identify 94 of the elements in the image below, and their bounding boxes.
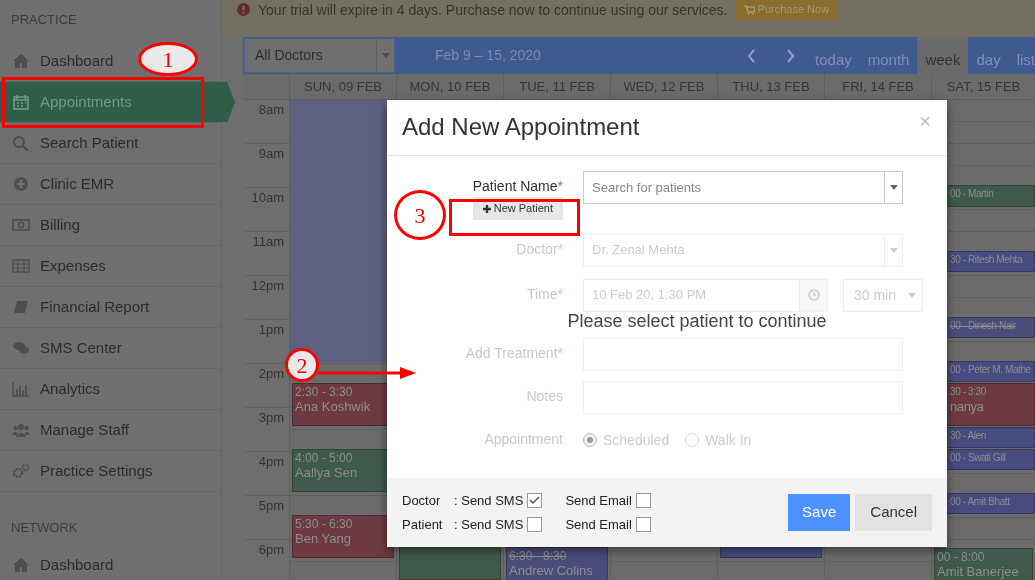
sidebar-item[interactable]: Manage Staff [0,410,133,450]
send-sms-label: : Send SMS [454,515,524,534]
event-time: 00 - Martin [950,187,995,201]
event-time: 4:00 - 5:00 [295,451,354,465]
event-time: 30 - 3:30 [950,385,987,399]
calendar-event[interactable]: 5:30 - 6:30 Ben Yang [292,515,394,558]
doctor-select[interactable]: All Doctors [244,38,395,73]
event-name: Andrew Colins [509,563,594,579]
checkbox[interactable] [527,516,543,532]
event-name: Ben Yang [295,531,352,547]
send-sms-label: : Send SMS [454,492,524,510]
calendar-event[interactable]: 6:30 - 8:30 Andrew Colins [506,547,608,580]
check-icon [529,496,541,506]
home-icon [12,53,30,69]
event-name: nanya [950,399,985,415]
date-range: Feb 9 – 15, 2020 [435,46,541,65]
hour-label: 12pm [251,278,284,293]
sidebar-item[interactable]: Practice Settings [0,451,157,491]
chevron-right-icon [786,48,796,63]
send-email-label: Send Email [565,492,632,510]
chat-icon [12,340,30,356]
event-time: 30 - Alen [950,429,987,443]
hour-label: 1pm [258,322,284,337]
save-button[interactable]: Save [788,494,851,531]
sidebar-item[interactable]: Expenses [0,246,110,286]
book-icon [12,299,30,315]
gears-icon [12,463,30,479]
hour-label: 6pm [258,542,284,557]
hour-label: 10am [251,190,284,205]
calendar-event[interactable]: 00 - 8:00 Amit Banerjee [934,548,1033,580]
event-time: 00 - 8:00 [937,550,986,564]
calendar-event[interactable] [399,545,501,580]
caret-icon [908,292,916,298]
event-time: 2:30 - 3:30 [295,385,354,399]
hour-label: 11am [252,234,284,249]
sidebar-item[interactable]: Analytics [0,369,105,409]
caret-icon [889,185,898,190]
field-label: Patient Name* [472,177,563,196]
recipient-label: Patient [402,515,444,534]
event-time: 00 - Peter M. Mathe [950,363,1032,377]
users-icon [12,422,30,438]
event-time: 00 - Dinesh Nair [950,319,1017,333]
event-time: 6:30 - 8:30 [509,549,568,563]
today-button[interactable]: today [807,37,860,74]
clock-icon [807,289,820,301]
caret-icon [889,247,898,253]
view-tab[interactable]: list [1008,37,1035,74]
modal-title: Add New Appointment [402,113,640,142]
event-name: Amit Banerjee [937,564,1020,580]
patient-search-field[interactable]: Search for patients [583,171,903,204]
chevron-left-icon [747,48,757,63]
hour-label: 3pm [258,410,284,425]
status-message: Please select patient to continue [566,311,828,330]
alert-icon [237,3,250,16]
view-tab[interactable]: month [859,37,918,74]
trial-message: Your trial will expire in 4 days. Purchase now to continue using our services. [258,1,728,20]
hour-label: 5pm [258,498,284,513]
search-icon [12,135,30,151]
event-time: 00 - Amit Bhatt [950,495,1011,509]
plus-icon [482,205,491,214]
checkbox[interactable] [635,516,651,532]
recipient-label: Doctor [402,492,442,510]
calendar-icon [12,94,30,110]
cancel-button[interactable]: Cancel [855,494,932,531]
close-button[interactable]: × [915,106,935,136]
plus-circle-icon [12,176,30,192]
purchase-button[interactable]: Purchase Now [735,0,838,20]
hour-label: 9am [258,146,284,161]
send-email-label: Send Email [565,515,632,534]
sidebar-item[interactable]: Dashboard [0,545,118,580]
sidebar-item[interactable]: Search Patient [0,123,143,163]
event-name: Aallya Sen [295,465,359,481]
event-time: 00 - Swati Gill [950,451,1007,465]
checkbox[interactable] [527,493,543,509]
hour-label: 4pm [258,454,284,469]
event-name: Ana Koshwik [295,399,372,415]
sidebar-item[interactable]: Financial Report [0,287,154,327]
sidebar-item[interactable]: SMS Center [0,328,126,368]
sidebar-item[interactable]: Billing [0,205,85,245]
view-tab[interactable]: week [917,37,969,74]
caret-icon [381,53,390,58]
sidebar-item[interactable]: Clinic EMR [0,164,119,204]
checkbox[interactable] [635,493,651,509]
home-icon [12,557,30,573]
cart-icon [743,5,755,16]
view-tab[interactable]: day [968,37,1009,74]
table-icon [12,258,30,274]
banknote-icon [12,217,30,233]
event-time: 30 - Ritesh Mehta [950,253,1024,267]
hour-label: 2pm [258,366,284,381]
bar-chart-icon [12,381,30,397]
sidebar-item[interactable]: Dashboard [0,41,118,81]
hour-label: 8am [258,102,284,117]
event-time: 5:30 - 6:30 [295,517,354,531]
